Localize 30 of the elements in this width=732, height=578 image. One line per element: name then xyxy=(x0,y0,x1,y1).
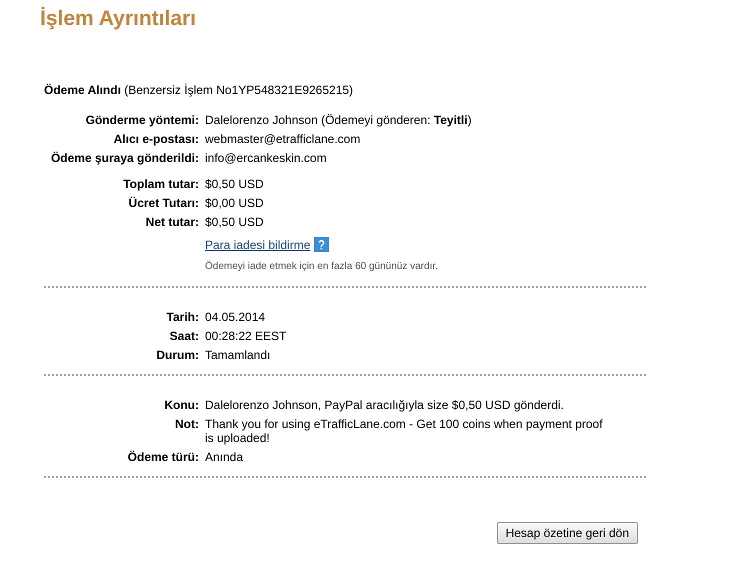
field-label: Konu: xyxy=(164,398,199,412)
field-label: Tarih: xyxy=(166,310,199,324)
field-label: Saat: xyxy=(170,329,199,343)
field-label: Alıcı e-postası: xyxy=(114,132,199,146)
field-value: info@ercankeskin.com xyxy=(205,151,328,165)
field-label: Ödeme şuraya gönderildi: xyxy=(50,151,199,165)
field-value: $0,50 USD xyxy=(205,177,265,191)
field-value: Anında xyxy=(205,450,244,464)
field-value: $0,50 USD xyxy=(205,215,265,229)
field-value: Tamamlandı xyxy=(205,348,272,362)
help-icon[interactable] xyxy=(314,237,330,252)
field-value: 00:28:22 EEST xyxy=(205,329,288,343)
field-label: Ödeme türü: xyxy=(128,450,199,464)
field-label: Toplam tutar: xyxy=(123,177,199,191)
field-label: Durum: xyxy=(156,348,199,362)
field-value: webmaster@etrafficlane.com xyxy=(205,132,362,146)
page-title: İşlem Ayrıntıları xyxy=(40,6,198,32)
back-button[interactable]: Hesap özetine geri dön xyxy=(496,522,638,544)
field-label: Not: xyxy=(175,417,199,431)
field-value: Dalelorenzo Johnson, PayPal aracılığıyla size $0,50 USD gönderdi. xyxy=(205,398,565,412)
field-value: Thank you for using eTrafficLane.com - Get 100 coins when payment proof is uploaded! xyxy=(205,417,604,445)
field-label: Gönderme yöntemi: xyxy=(86,113,199,127)
refund-link[interactable]: Para iadesi bildirme xyxy=(205,238,310,252)
field-value: $0,00 USD xyxy=(205,196,265,210)
field-value: Dalelorenzo Johnson (Ödemeyi gönderen: Teyitli) xyxy=(205,113,473,127)
field-label: Ücret Tutarı: xyxy=(128,196,199,210)
refund-note: Ödemeyi iade etmek için en fazla 60 gününüz vardır. xyxy=(205,260,438,274)
field-value: 04.05.2014 xyxy=(205,310,266,324)
field-label: Net tutar: xyxy=(146,215,199,229)
payment-summary: Ödeme Alındı (Benzersiz İşlem No1YP548321E9265215) xyxy=(44,83,354,97)
